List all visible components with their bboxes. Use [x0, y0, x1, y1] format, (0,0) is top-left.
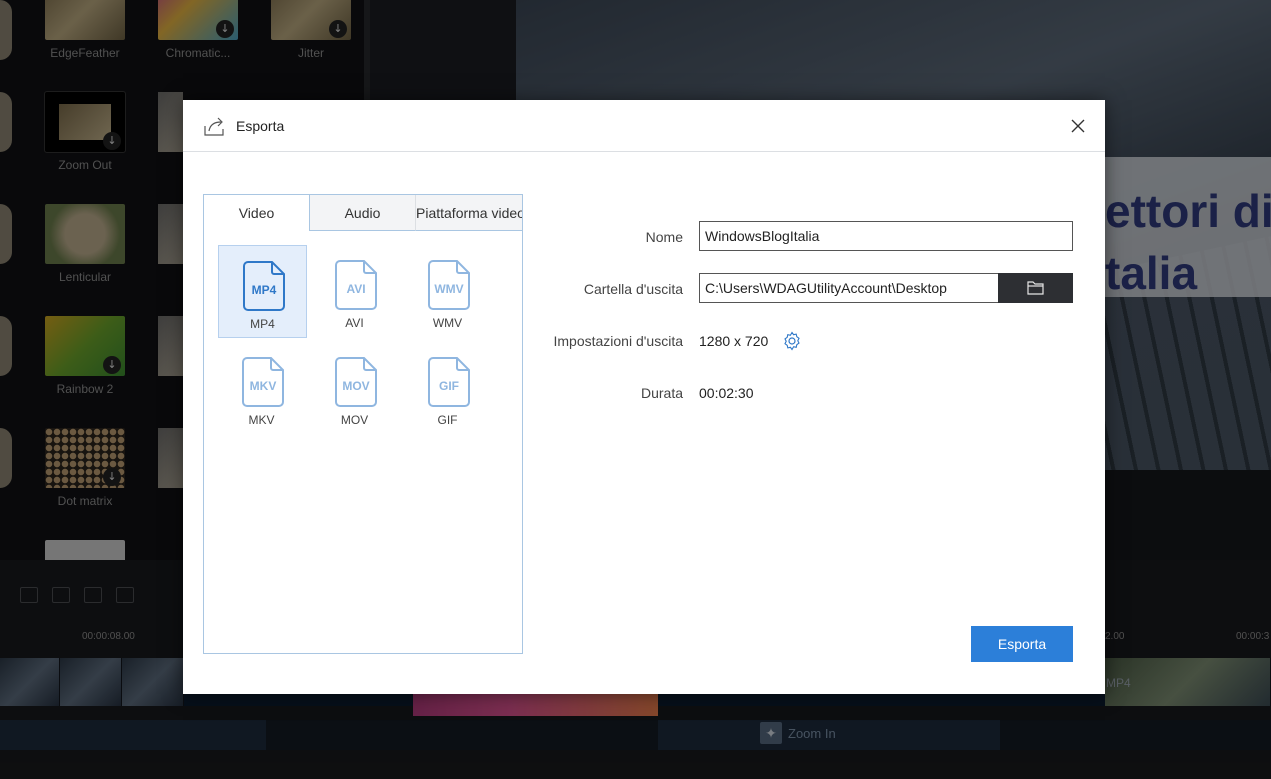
mkv-file-icon: MKV [242, 357, 284, 407]
duration-value: 00:02:30 [699, 385, 754, 401]
format-tabs: Video Audio Piattaforma video [204, 195, 522, 231]
format-panel: Video Audio Piattaforma video MP4 MP4 AV… [203, 194, 523, 654]
format-label: MP4 [250, 317, 275, 331]
output-folder-input[interactable] [699, 273, 999, 303]
format-avi[interactable]: AVI AVI [311, 245, 400, 338]
format-mkv[interactable]: MKV MKV [218, 342, 307, 435]
svg-text:AVI: AVI [346, 282, 365, 296]
svg-text:MP4: MP4 [252, 283, 277, 297]
dialog-header: Esporta [183, 100, 1105, 152]
svg-text:WMV: WMV [434, 282, 463, 296]
export-button[interactable]: Esporta [971, 626, 1073, 662]
format-label: MOV [340, 413, 369, 427]
format-label: WMV [432, 316, 463, 330]
format-label: GIF [437, 413, 458, 427]
format-gif[interactable]: GIF GIF [404, 342, 493, 435]
svg-text:MKV: MKV [250, 379, 277, 393]
svg-text:GIF: GIF [439, 379, 459, 393]
output-folder-label: Cartella d'uscita [583, 281, 683, 297]
avi-file-icon: AVI [335, 260, 377, 310]
format-label: MKV [248, 413, 275, 427]
tab-audio[interactable]: Audio [310, 195, 416, 231]
output-resolution: 1280 x 720 [699, 333, 769, 349]
output-settings-label: Impostazioni d'uscita [553, 333, 683, 349]
mov-file-icon: MOV [335, 357, 377, 407]
format-wmv[interactable]: WMV WMV [404, 245, 493, 338]
gif-file-icon: GIF [428, 357, 470, 407]
name-input[interactable] [699, 221, 1073, 251]
mp4-file-icon: MP4 [243, 261, 285, 311]
tab-video[interactable]: Video [204, 195, 310, 231]
dialog-title: Esporta [236, 118, 285, 134]
close-icon[interactable] [1067, 115, 1089, 137]
tab-video-platform[interactable]: Piattaforma video [416, 195, 522, 231]
name-label: Nome [645, 229, 683, 245]
format-mov[interactable]: MOV MOV [311, 342, 400, 435]
export-icon [204, 117, 224, 136]
browse-folder-button[interactable] [998, 273, 1073, 303]
format-label: AVI [345, 316, 364, 330]
wmv-file-icon: WMV [428, 260, 470, 310]
svg-text:MOV: MOV [342, 379, 369, 393]
duration-label: Durata [640, 385, 683, 401]
format-mp4[interactable]: MP4 MP4 [218, 245, 307, 338]
gear-icon[interactable] [782, 331, 802, 351]
export-dialog: Esporta Video Audio Piattaforma video MP… [183, 100, 1105, 694]
folder-icon [1027, 281, 1044, 295]
